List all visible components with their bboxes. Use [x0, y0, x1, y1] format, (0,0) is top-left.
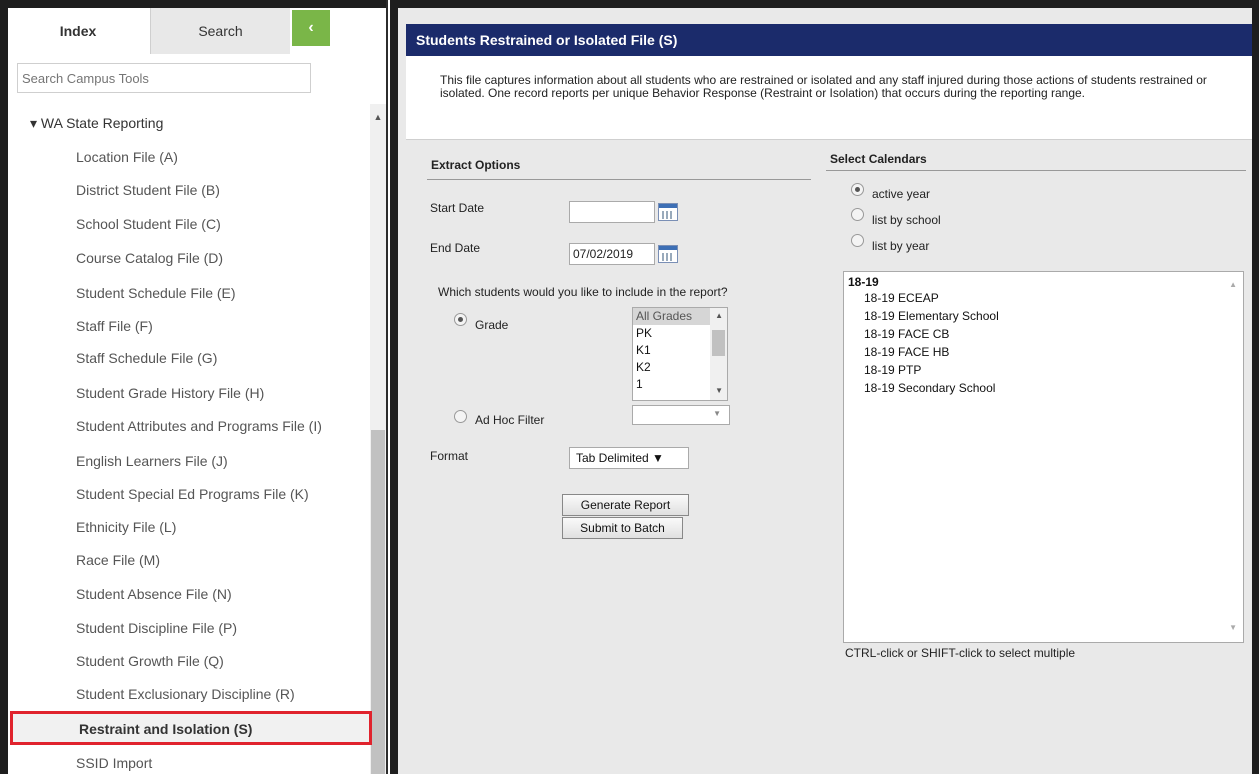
- grade-label: Grade: [475, 318, 509, 332]
- calendar-option[interactable]: 18-19 ECEAP: [864, 291, 939, 305]
- generate-report-button[interactable]: Generate Report: [562, 494, 689, 516]
- submit-to-batch-button[interactable]: Submit to Batch: [562, 517, 683, 539]
- list-by-year-radio[interactable]: [851, 234, 864, 247]
- tree-item-location-file[interactable]: Location File (A): [76, 149, 178, 165]
- sidebar-left-border: [0, 0, 8, 774]
- collapse-sidebar-button[interactable]: ‹: [292, 10, 330, 46]
- scroll-up-arrow-icon[interactable]: ▲: [715, 311, 723, 320]
- extract-options-title: Extract Options: [431, 158, 521, 172]
- calendar-listbox[interactable]: 18-19 18-19 ECEAP 18-19 Elementary Schoo…: [843, 271, 1244, 643]
- tree-item-ethnicity-file[interactable]: Ethnicity File (L): [76, 519, 176, 535]
- list-by-year-label: list by year: [872, 239, 930, 253]
- tree-item-district-student-file[interactable]: District Student File (B): [76, 182, 220, 198]
- format-select[interactable]: Tab Delimited ▼: [569, 447, 689, 469]
- tree-item-selected-label: Restraint and Isolation (S): [79, 721, 253, 737]
- tree-scroll-thumb[interactable]: [371, 430, 385, 774]
- scroll-up-arrow-icon[interactable]: ▲: [370, 110, 386, 124]
- tab-index[interactable]: Index: [8, 8, 148, 54]
- tree-item-student-grade-history-file[interactable]: Student Grade History File (H): [76, 385, 264, 401]
- tree-item-race-file[interactable]: Race File (M): [76, 552, 160, 568]
- window-right-border: [1252, 0, 1259, 774]
- ad-hoc-filter-radio[interactable]: [454, 410, 467, 423]
- tree-item-student-exclusionary-discipline[interactable]: Student Exclusionary Discipline (R): [76, 686, 295, 702]
- multi-select-hint: CTRL-click or SHIFT-click to select mult…: [845, 646, 1076, 660]
- sidebar-top-border: [0, 0, 386, 8]
- tree-item-school-student-file[interactable]: School Student File (C): [76, 216, 221, 232]
- tree-item-student-special-ed-programs-file[interactable]: Student Special Ed Programs File (K): [76, 486, 309, 502]
- calendar-option[interactable]: 18-19 Elementary School: [864, 309, 999, 323]
- tab-search[interactable]: Search: [150, 8, 290, 54]
- grade-listbox[interactable]: All Grades PK K1 K2 1 ▲ ▼: [632, 307, 728, 401]
- sidebar: Index Search ‹ ▲ ▾ WA State Reporting Lo…: [0, 0, 388, 774]
- grade-radio[interactable]: [454, 313, 467, 326]
- calendar-group-label: 18-19: [848, 275, 879, 289]
- tree-folder-wa-state-reporting[interactable]: ▾ WA State Reporting: [30, 115, 163, 132]
- tree-item-staff-schedule-file[interactable]: Staff Schedule File (G): [76, 350, 217, 366]
- scroll-down-arrow-icon[interactable]: ▼: [715, 386, 723, 395]
- end-date-label: End Date: [430, 241, 481, 255]
- tree-item-student-growth-file[interactable]: Student Growth File (Q): [76, 653, 224, 669]
- format-label: Format: [430, 449, 469, 463]
- tree-item-english-learners-file[interactable]: English Learners File (J): [76, 453, 228, 469]
- grade-list-scroll-thumb[interactable]: [712, 330, 725, 356]
- list-by-school-label: list by school: [872, 213, 941, 227]
- calendar-option[interactable]: 18-19 FACE CB: [864, 327, 949, 341]
- calendar-option[interactable]: 18-19 FACE HB: [864, 345, 949, 359]
- active-year-radio[interactable]: [851, 183, 864, 196]
- chevron-left-icon: ‹: [308, 19, 314, 36]
- scroll-up-arrow-icon[interactable]: ▲: [1229, 280, 1237, 289]
- select-calendars-title: Select Calendars: [830, 152, 927, 166]
- end-date-input[interactable]: [569, 243, 655, 265]
- tree-item-staff-file[interactable]: Staff File (F): [76, 318, 153, 334]
- page-title: Students Restrained or Isolated File (S): [406, 24, 1257, 56]
- active-year-label: active year: [872, 187, 931, 201]
- calendar-option[interactable]: 18-19 Secondary School: [864, 381, 995, 395]
- tree-item-student-absence-file[interactable]: Student Absence File (N): [76, 586, 232, 602]
- extract-options-divider: [427, 179, 811, 180]
- ad-hoc-filter-select[interactable]: ▼: [632, 405, 730, 425]
- start-date-input[interactable]: [569, 201, 655, 223]
- chevron-down-icon: ▼: [713, 409, 721, 418]
- tree-item-student-discipline-file[interactable]: Student Discipline File (P): [76, 620, 237, 636]
- calendar-option[interactable]: 18-19 PTP: [864, 363, 921, 377]
- tree-item-student-schedule-file[interactable]: Student Schedule File (E): [76, 285, 236, 301]
- start-date-label: Start Date: [430, 201, 485, 215]
- grade-list-scrollbar[interactable]: ▲ ▼: [710, 308, 727, 400]
- tree-item-course-catalog-file[interactable]: Course Catalog File (D): [76, 250, 223, 266]
- tree-item-restraint-and-isolation[interactable]: Restraint and Isolation (S): [10, 711, 372, 745]
- tree-item-ssid-import[interactable]: SSID Import: [76, 755, 152, 771]
- page-description: This file captures information about all…: [406, 56, 1257, 140]
- select-calendars-divider: [826, 170, 1246, 171]
- calendar-icon[interactable]: [658, 245, 678, 263]
- list-by-school-radio[interactable]: [851, 208, 864, 221]
- students-question: Which students would you like to include…: [438, 285, 728, 299]
- tree-item-student-attributes-programs-file[interactable]: Student Attributes and Programs File (I): [76, 418, 322, 434]
- ad-hoc-filter-label: Ad Hoc Filter: [475, 413, 545, 427]
- tool-tree: [8, 104, 370, 774]
- search-campus-tools-input[interactable]: [17, 63, 311, 93]
- scroll-down-arrow-icon[interactable]: ▼: [1229, 623, 1237, 632]
- calendar-icon[interactable]: [658, 203, 678, 221]
